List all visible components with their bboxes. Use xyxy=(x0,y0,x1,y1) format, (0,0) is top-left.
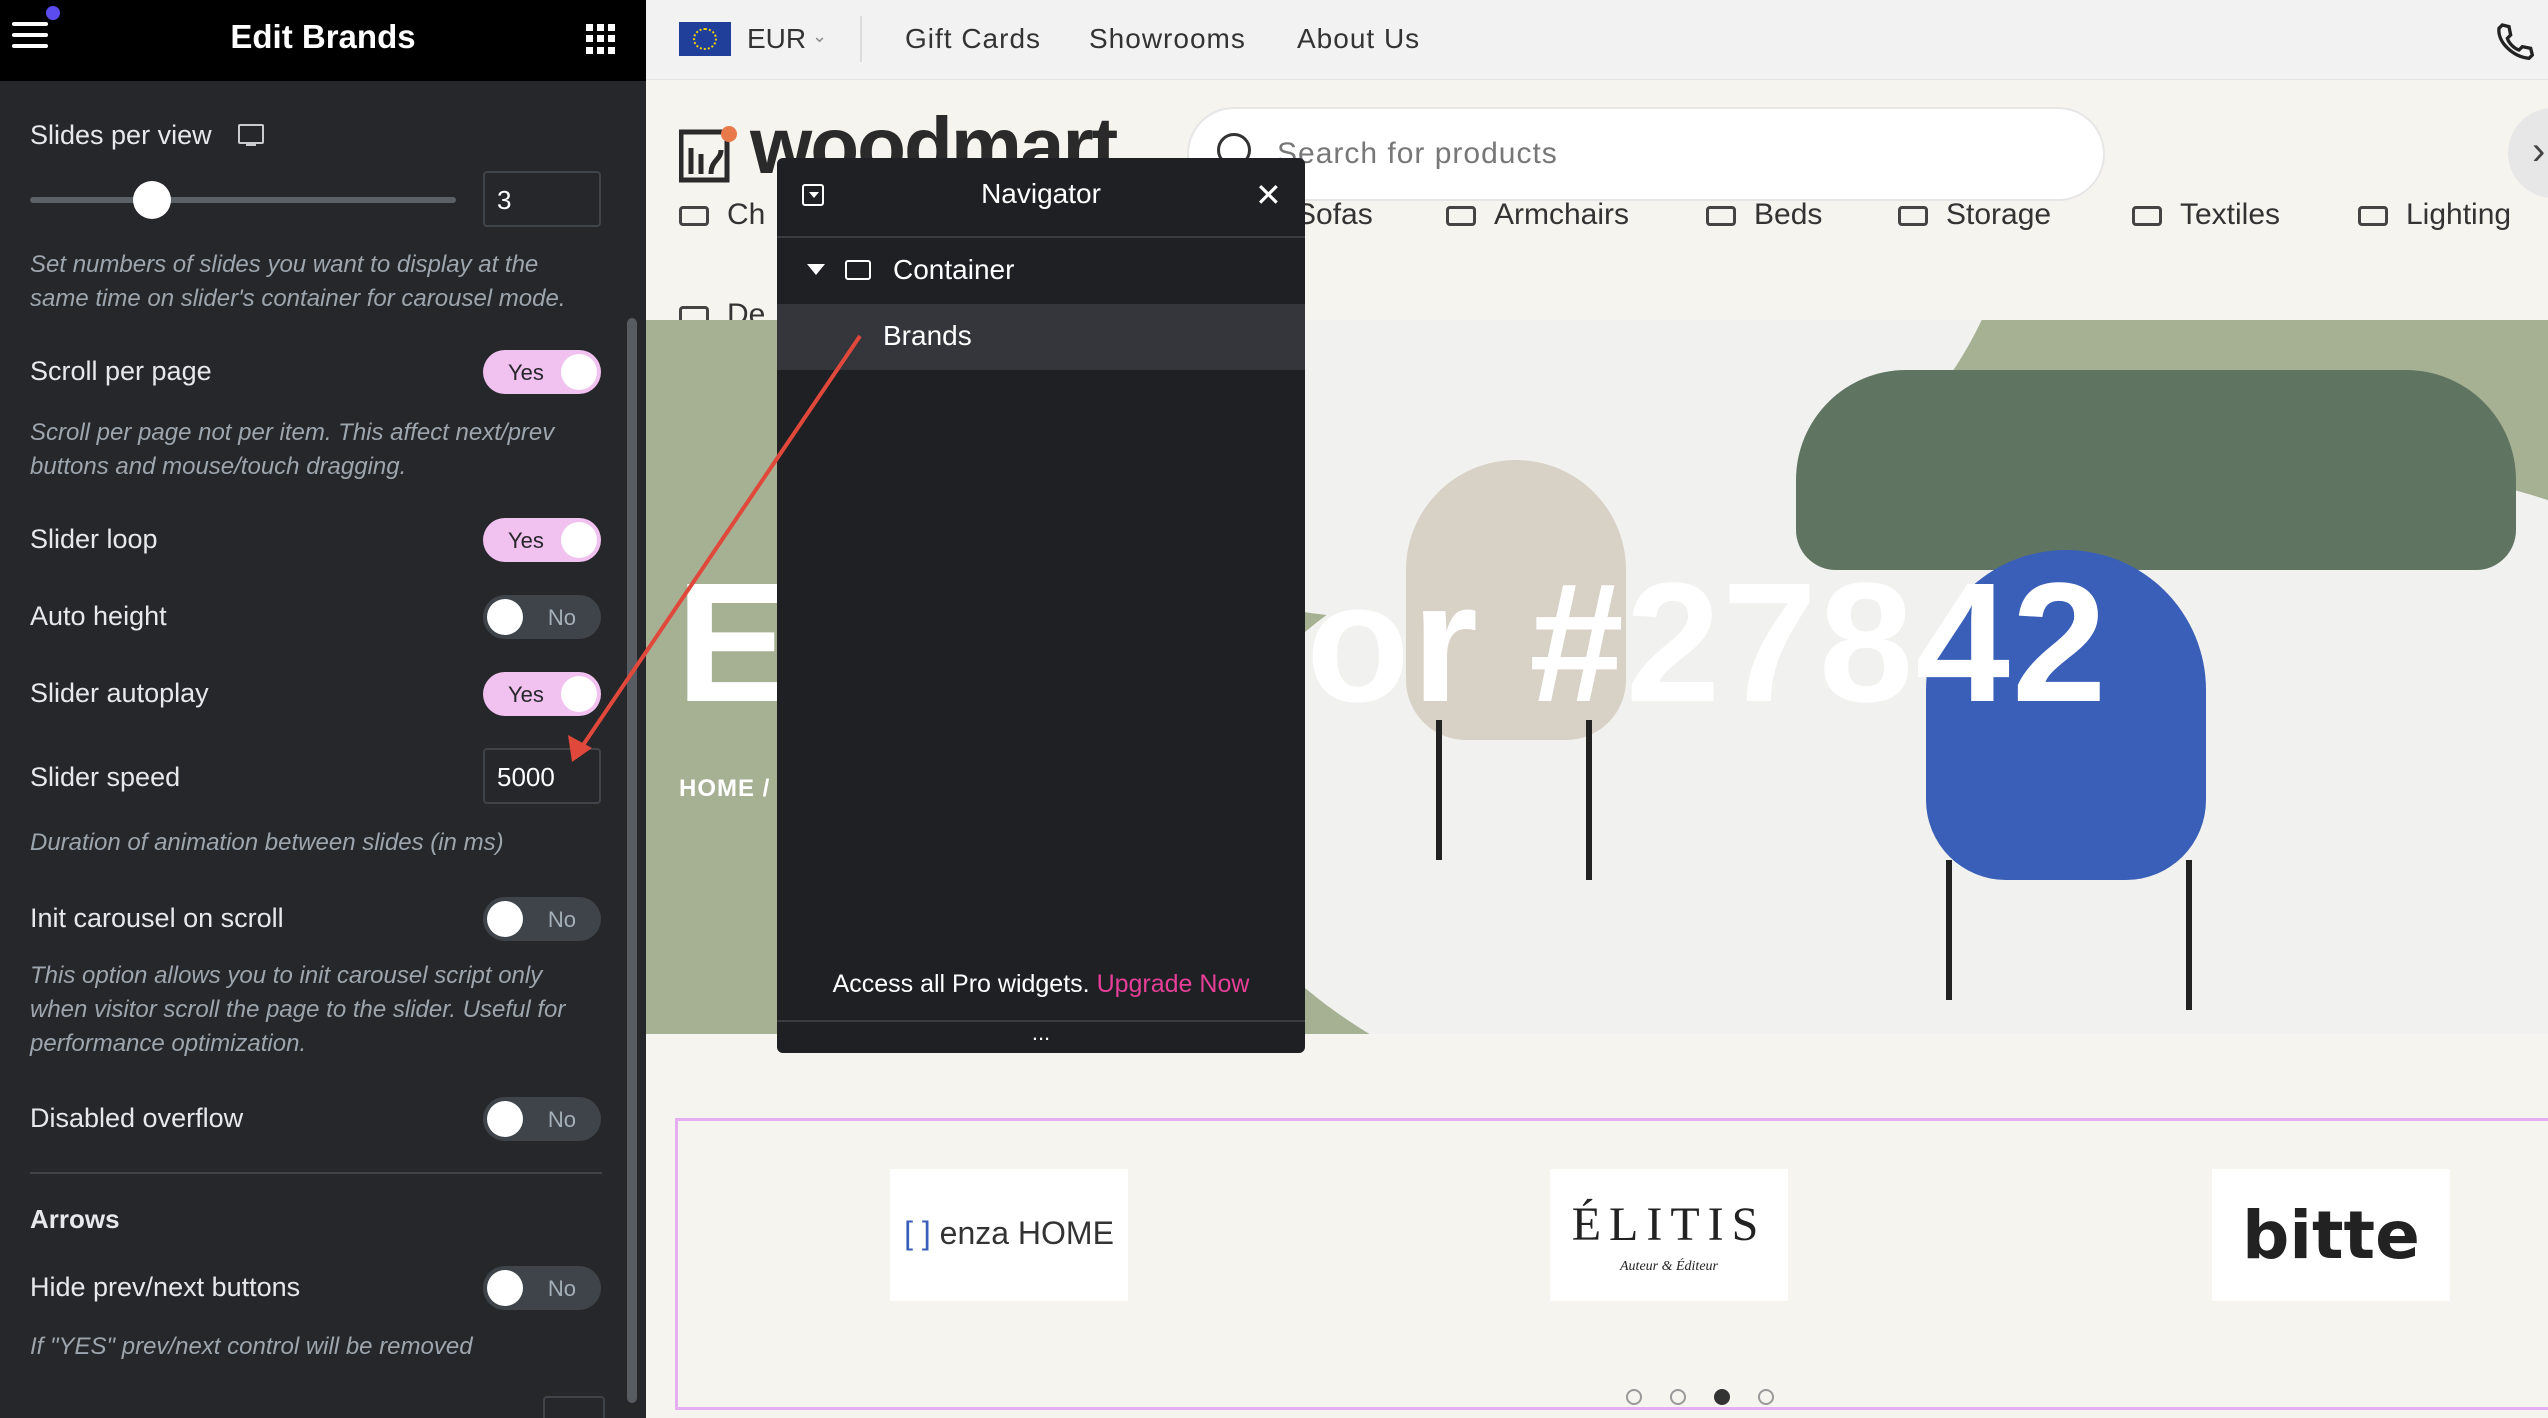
caret-down-icon[interactable] xyxy=(807,264,825,275)
init-carousel-label: Init carousel on scroll xyxy=(30,903,284,933)
carousel-dot-active[interactable] xyxy=(1714,1389,1730,1405)
init-carousel-desc: This option allows you to init carousel … xyxy=(30,962,566,1057)
chair-leg xyxy=(2186,860,2192,1010)
navigator-promo: Access all Pro widgets. Upgrade Now xyxy=(777,970,1305,999)
scroll-per-page-desc: Scroll per page not per item. This affec… xyxy=(30,419,555,480)
arrows-section-title: Arrows xyxy=(30,1204,120,1234)
category-lighting[interactable]: Lighting xyxy=(2358,198,2511,232)
chair-leg xyxy=(1586,720,1592,880)
chevron-down-icon[interactable]: ⌄ xyxy=(812,26,827,47)
slider-autoplay-label: Slider autoplay xyxy=(30,678,209,708)
tree-item-label: Container xyxy=(893,254,1015,285)
auto-height-toggle[interactable]: No xyxy=(483,595,601,639)
separator xyxy=(860,16,862,62)
init-carousel-toggle[interactable]: No xyxy=(483,897,601,941)
slides-per-view-desc: Set numbers of slides you want to displa… xyxy=(30,251,566,312)
slides-per-view-input[interactable]: 3 xyxy=(483,171,601,227)
hide-buttons-desc: If "YES" prev/next control will be remov… xyxy=(30,1333,473,1360)
promo-text: Access all Pro widgets. xyxy=(832,970,1090,998)
search-bar[interactable]: Search for products xyxy=(1187,107,2105,201)
navigator-header[interactable]: Navigator ✕ xyxy=(777,158,1305,238)
upgrade-link[interactable]: Upgrade Now xyxy=(1097,970,1250,998)
slider-loop-label: Slider loop xyxy=(30,524,158,554)
category-beds[interactable]: Beds xyxy=(1706,198,1822,232)
navigator-resize-handle[interactable]: ... xyxy=(777,1020,1305,1055)
navigator-panel: Navigator ✕ Container Brands Access all … xyxy=(777,158,1305,1053)
navigator-title: Navigator xyxy=(981,178,1101,209)
tree-item-brands[interactable]: Brands xyxy=(777,304,1305,370)
container-icon xyxy=(845,260,871,280)
tree-item-container[interactable]: Container xyxy=(777,238,1305,304)
hero-title-right: or #27842 xyxy=(1306,548,2109,738)
position-control[interactable] xyxy=(543,1396,605,1418)
category-sofas[interactable]: Sofas xyxy=(1296,198,1373,232)
breadcrumb[interactable]: HOME / xyxy=(679,775,770,803)
widgets-grid-icon[interactable] xyxy=(586,24,616,54)
tree-item-label: Brands xyxy=(883,320,972,351)
slider-speed-label: Slider speed xyxy=(30,762,181,792)
brand-logo-elitis[interactable]: ÉLITIS Auteur & Éditeur xyxy=(1550,1169,1788,1301)
eu-flag-icon[interactable] xyxy=(679,22,731,56)
slider-loop-toggle[interactable]: Yes xyxy=(483,518,601,562)
carousel-dot[interactable] xyxy=(1626,1389,1642,1405)
currency-selector[interactable]: EUR xyxy=(747,23,806,55)
slider-speed-input[interactable]: 5000 xyxy=(483,748,601,804)
site-topbar: EUR ⌄ Gift Cards Showrooms About Us xyxy=(646,0,2548,80)
close-icon[interactable]: ✕ xyxy=(1255,176,1282,214)
search-input[interactable]: Search for products xyxy=(1277,137,1558,171)
chair-leg xyxy=(1946,860,1952,1000)
slides-per-view-label: Slides per view xyxy=(30,120,212,150)
phone-icon[interactable] xyxy=(2494,20,2534,60)
brand-logo-enza[interactable]: [ ] enza HOME xyxy=(890,1169,1128,1301)
disabled-overflow-label: Disabled overflow xyxy=(30,1103,244,1133)
category-textiles[interactable]: Textiles xyxy=(2132,198,2280,232)
scroll-per-page-toggle[interactable]: Yes xyxy=(483,350,601,394)
bracket-icon: [ ] xyxy=(904,1215,931,1251)
hide-buttons-toggle[interactable]: No xyxy=(483,1266,601,1310)
hero-sofa-image xyxy=(1796,370,2516,570)
scroll-per-page-label: Scroll per page xyxy=(30,356,212,386)
carousel-dot[interactable] xyxy=(1670,1389,1686,1405)
toplink-about-us[interactable]: About Us xyxy=(1297,23,1420,55)
category-armchairs[interactable]: Armchairs xyxy=(1446,198,1629,232)
slider-speed-desc: Duration of animation between slides (in… xyxy=(30,829,504,856)
carousel-dot[interactable] xyxy=(1758,1389,1774,1405)
slider-thumb[interactable] xyxy=(133,181,171,219)
auto-height-label: Auto height xyxy=(30,601,167,631)
panel-header: Edit Brands xyxy=(0,0,646,81)
toplink-showrooms[interactable]: Showrooms xyxy=(1089,23,1246,55)
toplink-gift-cards[interactable]: Gift Cards xyxy=(905,23,1041,55)
hide-buttons-label: Hide prev/next buttons xyxy=(30,1272,301,1302)
panel-scrollbar[interactable] xyxy=(627,318,637,1403)
brands-carousel[interactable]: [ ] enza HOME ÉLITIS Auteur & Éditeur bi… xyxy=(675,1118,2548,1410)
slides-per-view-slider[interactable] xyxy=(30,197,456,203)
category-chairs[interactable]: Ch xyxy=(679,198,765,232)
editor-panel: Edit Brands Slides per view 3 Set number… xyxy=(0,0,646,1418)
disabled-overflow-toggle[interactable]: No xyxy=(483,1097,601,1141)
section-divider xyxy=(30,1172,602,1174)
category-storage[interactable]: Storage xyxy=(1898,198,2051,232)
brand-logo-bitte[interactable]: bitte xyxy=(2212,1169,2450,1301)
woodmart-logo-icon[interactable] xyxy=(679,124,739,184)
next-arrow-button[interactable]: › xyxy=(2508,108,2548,198)
panel-title: Edit Brands xyxy=(230,18,416,55)
hero-title-left: E xyxy=(676,548,792,738)
desktop-icon[interactable] xyxy=(238,124,264,146)
slider-autoplay-toggle[interactable]: Yes xyxy=(483,672,601,716)
chair-leg xyxy=(1436,720,1442,860)
